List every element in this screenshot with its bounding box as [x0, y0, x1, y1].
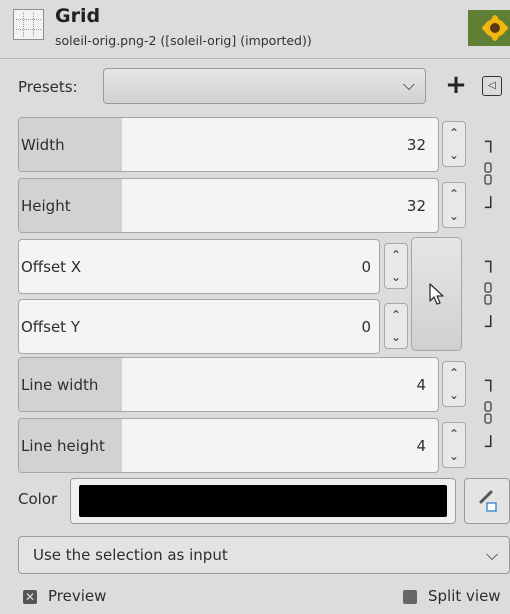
chevron-up-icon[interactable]: ⌃ — [443, 423, 465, 445]
height-field[interactable]: Height 32 — [18, 178, 439, 233]
image-thumbnail — [468, 10, 510, 46]
chevron-up-icon[interactable]: ⌃ — [443, 122, 465, 144]
pick-offset-button[interactable] — [411, 237, 462, 351]
selection-mode-dropdown[interactable]: Use the selection as input ⌵ — [18, 536, 510, 574]
split-view-label[interactable]: Split view — [428, 587, 501, 605]
offset-y-label: Offset Y — [21, 317, 80, 336]
presets-menu-button[interactable]: ◁ — [482, 76, 502, 96]
offset-y-value: 0 — [361, 317, 371, 336]
line-width-value: 4 — [416, 375, 426, 394]
line-height-spin-arrows[interactable]: ⌃ ⌄ — [442, 422, 466, 468]
chevron-up-icon[interactable]: ⌃ — [443, 362, 465, 384]
chevron-down-icon[interactable]: ⌄ — [443, 445, 465, 467]
chevron-down-icon[interactable]: ⌄ — [443, 144, 465, 166]
preview-checkbox[interactable]: ✕ — [23, 590, 37, 604]
pointer-icon — [427, 282, 447, 310]
offset-y-field[interactable]: Offset Y 0 — [18, 299, 380, 354]
chevron-down-icon: ⌵ — [486, 545, 499, 564]
chevron-down-icon[interactable]: ⌄ — [443, 205, 465, 227]
chevron-up-icon[interactable]: ⌃ — [385, 304, 407, 326]
add-preset-button[interactable]: + — [441, 70, 471, 102]
plus-icon: + — [445, 70, 467, 100]
offset-x-field[interactable]: Offset X 0 — [18, 239, 380, 294]
width-label: Width — [21, 135, 65, 154]
chevron-down-icon[interactable]: ⌄ — [443, 384, 465, 406]
offset-x-spin-arrows[interactable]: ⌃ ⌄ — [384, 243, 408, 289]
bracket-bottom-icon: ┘ — [485, 197, 497, 219]
color-label: Color — [18, 490, 58, 508]
line-width-label: Line width — [21, 375, 99, 394]
width-value: 32 — [406, 135, 426, 154]
chevron-down-icon[interactable]: ⌄ — [385, 326, 407, 348]
chain-link-size-icon[interactable] — [483, 161, 493, 191]
split-view-checkbox[interactable] — [403, 590, 417, 604]
line-height-field[interactable]: Line height 4 — [18, 418, 439, 473]
triangle-left-icon: ◁ — [488, 80, 496, 91]
preview-label[interactable]: Preview — [48, 587, 106, 605]
line-height-value: 4 — [416, 436, 426, 455]
chain-link-offset-icon[interactable] — [483, 281, 493, 311]
line-height-label: Line height — [21, 436, 105, 455]
width-field[interactable]: Width 32 — [18, 117, 439, 172]
bracket-top-icon: ┐ — [485, 370, 497, 392]
bracket-bottom-icon: ┘ — [485, 436, 497, 458]
presets-label: Presets: — [18, 78, 78, 96]
height-value: 32 — [406, 196, 426, 215]
line-width-spin-arrows[interactable]: ⌃ ⌄ — [442, 361, 466, 407]
line-width-field[interactable]: Line width 4 — [18, 357, 439, 412]
chain-link-line-icon[interactable] — [483, 400, 493, 430]
offset-y-spin-arrows[interactable]: ⌃ ⌄ — [384, 303, 408, 349]
chevron-up-icon[interactable]: ⌃ — [385, 244, 407, 266]
height-spin-arrows[interactable]: ⌃ ⌄ — [442, 182, 466, 228]
height-label: Height — [21, 196, 71, 215]
offset-x-label: Offset X — [21, 257, 82, 276]
header-separator — [0, 58, 510, 59]
color-picker-button[interactable] — [464, 478, 510, 524]
bracket-top-icon: ┐ — [485, 131, 497, 153]
color-swatch — [79, 485, 447, 517]
color-picker-icon — [477, 489, 499, 517]
chevron-down-icon[interactable]: ⌄ — [385, 266, 407, 288]
chevron-down-icon: ⌵ — [402, 75, 415, 94]
grid-filter-icon — [13, 9, 44, 40]
selection-mode-value: Use the selection as input — [33, 546, 228, 564]
bracket-bottom-icon: ┘ — [485, 316, 497, 338]
chevron-up-icon[interactable]: ⌃ — [443, 183, 465, 205]
color-button[interactable] — [70, 478, 456, 524]
width-spin-arrows[interactable]: ⌃ ⌄ — [442, 121, 466, 167]
offset-x-value: 0 — [361, 257, 371, 276]
bracket-top-icon: ┐ — [485, 251, 497, 273]
dialog-title: Grid — [55, 5, 101, 27]
presets-dropdown[interactable]: ⌵ — [103, 68, 426, 104]
image-subtitle: soleil-orig.png-2 ([soleil-orig] (import… — [55, 33, 312, 48]
